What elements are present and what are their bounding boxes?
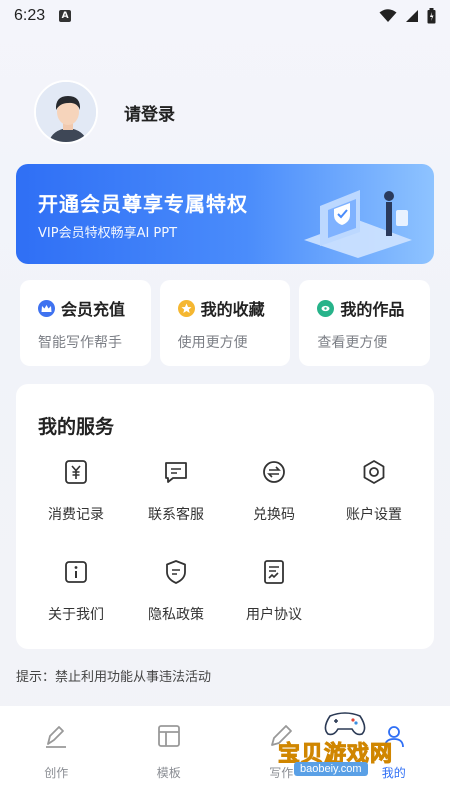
nav-label: 我的 bbox=[381, 766, 406, 780]
pen-icon bbox=[46, 726, 67, 748]
gear-icon bbox=[363, 460, 385, 484]
card-title: 会员充值 bbox=[61, 300, 126, 319]
wifi-icon bbox=[379, 9, 397, 22]
card-member-recharge[interactable]: 会员充值 智能写作帮手 bbox=[20, 280, 151, 366]
chat-icon bbox=[165, 462, 187, 483]
card-title: 我的作品 bbox=[340, 300, 405, 319]
profile-icon bbox=[383, 726, 404, 748]
info-icon bbox=[65, 561, 87, 583]
card-my-works[interactable]: 我的作品 查看更方便 bbox=[299, 280, 431, 366]
card-subtitle: 查看更方便 bbox=[317, 335, 388, 351]
nav-label: 写作 bbox=[269, 766, 294, 780]
card-subtitle: 使用更方便 bbox=[177, 335, 248, 351]
service-account-settings[interactable]: 账户设置 bbox=[324, 458, 424, 524]
crown-icon bbox=[38, 299, 55, 317]
service-label: 兑换码 bbox=[253, 507, 295, 523]
vip-subtitle: VIP会员特权畅享AI PPT bbox=[38, 226, 178, 241]
service-user-agreement[interactable]: 用户协议 bbox=[224, 558, 324, 624]
signal-icon bbox=[406, 10, 418, 22]
vip-title: 开通会员尊享专属特权 bbox=[38, 192, 248, 216]
service-contact-support[interactable]: 联系客服 bbox=[126, 458, 226, 524]
avatar[interactable] bbox=[34, 80, 98, 144]
card-title: 我的收藏 bbox=[200, 300, 265, 319]
service-about-us[interactable]: 关于我们 bbox=[26, 558, 126, 624]
service-label: 账户设置 bbox=[346, 507, 402, 523]
receipt-icon bbox=[65, 460, 87, 484]
nav-label: 模板 bbox=[156, 766, 181, 780]
vip-banner[interactable]: 开通会员尊享专属特权 VIP会员特权畅享AI PPT bbox=[16, 164, 434, 264]
service-redeem-code[interactable]: 兑换码 bbox=[224, 458, 324, 524]
shield-illustration-icon bbox=[304, 190, 412, 258]
template-icon bbox=[157, 725, 180, 747]
quick-cards: 会员充值 智能写作帮手 我的收藏 使用更方便 我的作品 查看更方便 bbox=[20, 280, 431, 366]
service-label: 关于我们 bbox=[48, 607, 104, 623]
bottom-nav: 创作 模板 写作 我的 bbox=[0, 706, 450, 800]
status-time: 6:23 bbox=[14, 7, 46, 24]
exchange-icon bbox=[263, 461, 285, 483]
warning-tip: 提示：禁止利用功能从事违法活动 bbox=[16, 670, 212, 685]
star-icon bbox=[177, 299, 195, 317]
service-label: 消费记录 bbox=[48, 507, 104, 523]
service-label: 联系客服 bbox=[148, 507, 204, 523]
shield-icon bbox=[166, 560, 186, 584]
notification-icon: A bbox=[59, 10, 72, 22]
service-label: 用户协议 bbox=[246, 607, 302, 623]
status-bar: 6:23 A bbox=[0, 0, 450, 32]
nav-templates[interactable]: 模板 bbox=[113, 706, 226, 800]
nav-write[interactable]: 写作 bbox=[225, 706, 338, 800]
profile-header[interactable]: 请登录 bbox=[34, 80, 175, 144]
card-subtitle: 智能写作帮手 bbox=[38, 335, 122, 351]
services-title: 我的服务 bbox=[38, 416, 115, 438]
status-right bbox=[379, 8, 436, 24]
my-services-panel: 我的服务 消费记录 联系客服 兑换码 账户设置 关于我们 隐私政策 用户协议 bbox=[16, 384, 434, 649]
service-label: 隐私政策 bbox=[148, 607, 204, 623]
works-icon bbox=[317, 299, 335, 317]
battery-icon bbox=[427, 8, 436, 24]
document-icon bbox=[264, 560, 284, 584]
write-icon bbox=[271, 725, 293, 746]
login-label[interactable]: 请登录 bbox=[124, 100, 175, 125]
service-consumption-records[interactable]: 消费记录 bbox=[26, 458, 126, 524]
nav-mine[interactable]: 我的 bbox=[338, 706, 450, 800]
nav-create[interactable]: 创作 bbox=[0, 706, 113, 800]
card-my-favorites[interactable]: 我的收藏 使用更方便 bbox=[159, 280, 291, 366]
service-privacy-policy[interactable]: 隐私政策 bbox=[126, 558, 226, 624]
nav-label: 创作 bbox=[44, 766, 69, 780]
